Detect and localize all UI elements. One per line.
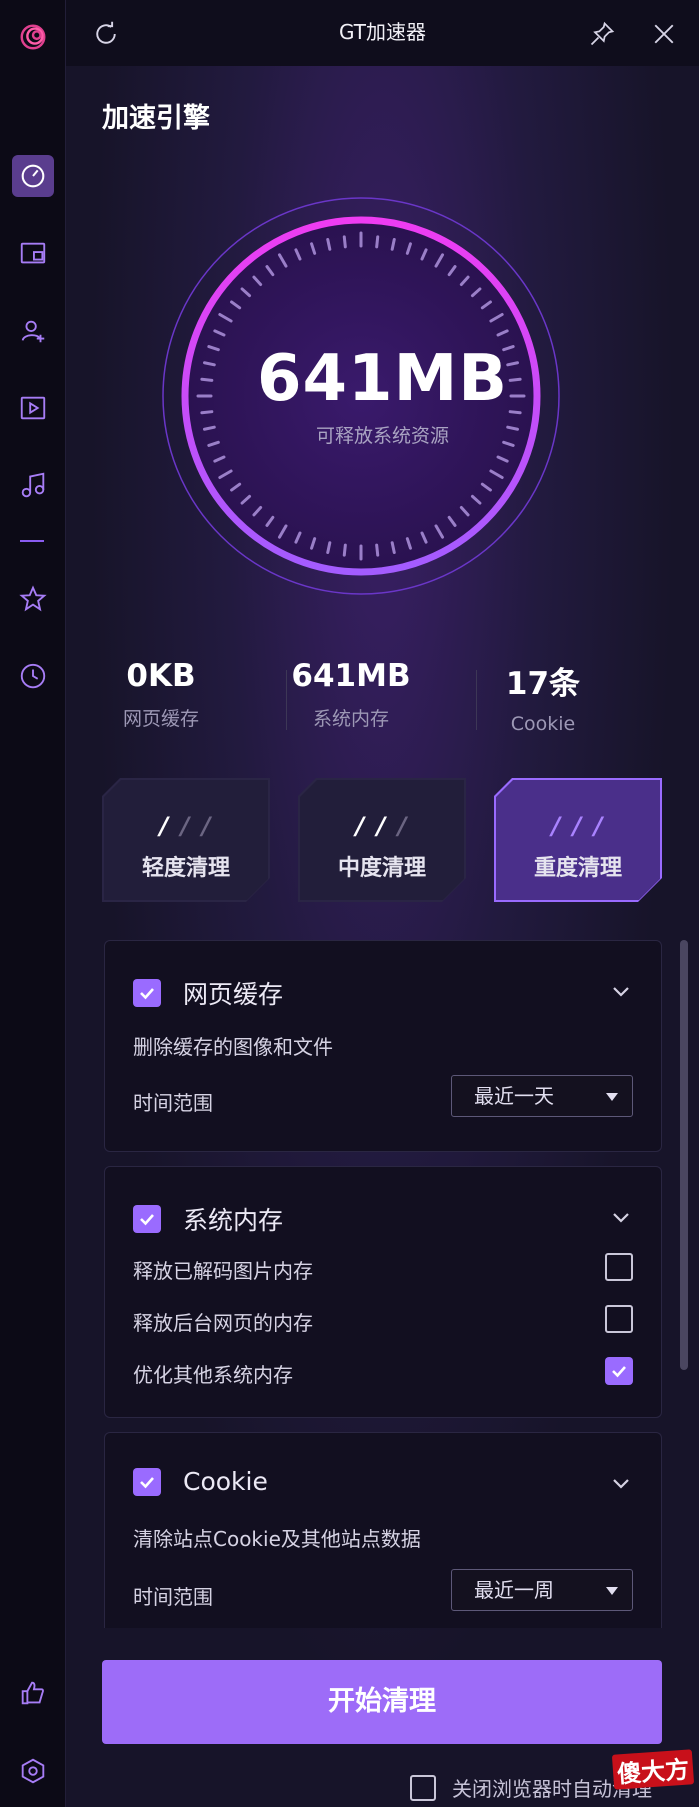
gauge-tick — [342, 543, 347, 557]
settings-hexagon-icon[interactable] — [12, 1750, 54, 1792]
panel-web-cache: 网页缓存 删除缓存的图像和文件 时间范围 最近一天 — [104, 940, 662, 1152]
close-icon[interactable] — [648, 18, 680, 50]
stat-label: 网页缓存 — [122, 708, 199, 730]
panel-title: Cookie — [183, 1467, 268, 1496]
mode-medium-clean[interactable]: / / / 中度清理 — [298, 778, 466, 902]
star-icon[interactable] — [12, 578, 54, 620]
caret-down-icon — [606, 1093, 618, 1101]
start-clean-button[interactable]: 开始清理 — [102, 1660, 662, 1744]
stat-value: 641MB — [291, 658, 411, 694]
pin-icon[interactable] — [586, 18, 618, 50]
intensity-bars-icon: / / / — [355, 812, 409, 840]
option-checkbox[interactable] — [605, 1305, 633, 1333]
chevron-down-icon[interactable] — [611, 1477, 631, 1491]
panel-title: 网页缓存 — [183, 980, 284, 1009]
gauge-tick — [375, 235, 380, 249]
option-checkbox[interactable] — [605, 1253, 633, 1281]
system-memory-checkbox[interactable] — [133, 1205, 161, 1233]
stat-system-memory: 641MB 系统内存 — [256, 658, 446, 731]
chevron-down-icon[interactable] — [611, 1211, 631, 1225]
intensity-bars-icon: / / / — [551, 812, 605, 840]
gauge-tick — [375, 543, 380, 557]
time-range-select[interactable]: 最近一周 — [451, 1569, 633, 1611]
rail-divider — [20, 540, 44, 542]
time-range-label: 时间范围 — [133, 1091, 213, 1115]
option-label: 释放后台网页的内存 — [133, 1311, 313, 1335]
video-play-icon[interactable] — [12, 387, 54, 429]
panel-cookie: Cookie 清除站点Cookie及其他站点数据 时间范围 最近一周 — [104, 1432, 662, 1628]
left-sidebar — [0, 0, 66, 1807]
mode-label: 重度清理 — [533, 856, 622, 881]
mode-label: 轻度清理 — [141, 856, 230, 881]
stat-value: 0KB — [126, 658, 196, 694]
stat-label: Cookie — [510, 713, 576, 735]
gauge-tick — [326, 237, 332, 251]
stat-cookie: 17条 Cookie — [448, 658, 638, 735]
option-checkbox[interactable] — [605, 1357, 633, 1385]
stat-web-cache: 0KB 网页缓存 — [66, 658, 256, 731]
time-range-select[interactable]: 最近一天 — [451, 1075, 633, 1117]
auto-clean-checkbox[interactable] — [410, 1774, 436, 1801]
time-range-label: 时间范围 — [133, 1585, 213, 1609]
option-label: 优化其他系统内存 — [133, 1363, 293, 1387]
section-title: 加速引擎 — [102, 103, 210, 134]
intensity-bars-icon: / / / — [159, 812, 213, 840]
watermark-logo: 傻大方 — [611, 1749, 695, 1790]
gauge-tick — [342, 235, 347, 249]
title-bar: GT加速器 — [66, 0, 699, 66]
chevron-down-icon[interactable] — [611, 985, 631, 999]
gauge-tick — [390, 541, 396, 555]
gauge-tick — [390, 237, 396, 251]
thumbs-up-icon[interactable] — [12, 1672, 54, 1714]
panel-description: 删除缓存的图像和文件 — [133, 1035, 333, 1059]
scrollbar[interactable] — [680, 940, 688, 1370]
main-content: 加速引擎 641MB 可释放系统资源 0KB 网页缓存 641MB 系统内存 1… — [66, 66, 699, 1807]
gauge-value: 641MB — [256, 342, 509, 416]
window-icon[interactable] — [12, 232, 54, 274]
panel-description: 清除站点Cookie及其他站点数据 — [133, 1527, 421, 1551]
option-label: 释放已解码图片内存 — [133, 1259, 313, 1283]
gauge-tick — [326, 541, 332, 555]
panel-system-memory: 系统内存 释放已解码图片内存 释放后台网页的内存 优化其他系统内存 — [104, 1166, 662, 1418]
web-cache-checkbox[interactable] — [133, 979, 161, 1007]
stat-label: 系统内存 — [312, 708, 389, 730]
mode-label: 中度清理 — [337, 856, 426, 881]
panel-title: 系统内存 — [183, 1206, 284, 1235]
music-icon[interactable] — [12, 464, 54, 506]
select-value: 最近一天 — [474, 1084, 554, 1108]
app-logo-icon[interactable] — [12, 16, 54, 58]
history-clock-icon[interactable] — [12, 655, 54, 697]
mode-light-clean[interactable]: / / / 轻度清理 — [102, 778, 270, 902]
cookie-checkbox[interactable] — [133, 1467, 161, 1496]
select-value: 最近一周 — [474, 1578, 554, 1602]
mode-heavy-clean[interactable]: / / / 重度清理 — [494, 778, 662, 902]
caret-down-icon — [606, 1587, 618, 1595]
stat-value: 17条 — [505, 666, 581, 702]
speedometer-icon[interactable] — [12, 155, 54, 197]
gauge-subtitle: 可释放系统资源 — [315, 425, 449, 447]
add-user-icon[interactable] — [12, 310, 54, 352]
